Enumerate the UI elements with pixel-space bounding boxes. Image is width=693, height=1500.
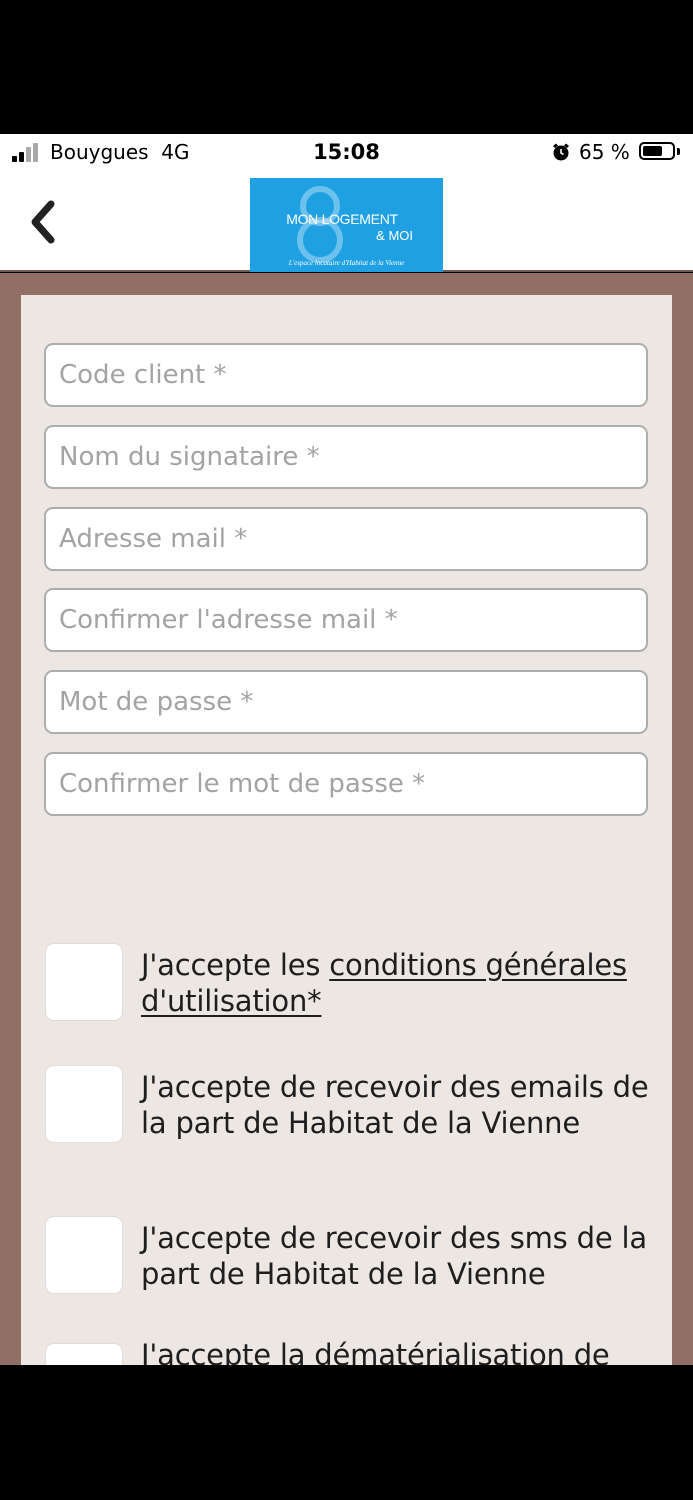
logo-line1: MON LOGEMENT: [286, 211, 398, 227]
bottom-black-band: [0, 1365, 693, 1500]
sms-consent-label: J'accepte de recevoir des sms de la part…: [141, 1221, 647, 1291]
emails-consent-label: J'accepte de recevoir des emails de la p…: [141, 1070, 649, 1140]
terms-label: J'accepte les conditions générales d'uti…: [141, 947, 661, 1019]
dematerialisation-checkbox[interactable]: [45, 1343, 123, 1365]
confirm-password-field[interactable]: [44, 752, 648, 816]
logo-tagline: L'espace locataire d'Habitat de la Vienn…: [288, 259, 405, 267]
terms-prefix: J'accepte les: [141, 948, 330, 982]
logo-line2: & MOI: [376, 228, 413, 243]
battery-tip: [677, 148, 680, 155]
sms-consent-checkbox[interactable]: [45, 1216, 123, 1294]
email-field[interactable]: [44, 507, 648, 571]
battery-percent: 65 %: [579, 140, 630, 164]
alarm-icon: [553, 143, 569, 161]
code-client-field[interactable]: [44, 343, 648, 407]
confirm-email-field[interactable]: [44, 588, 648, 652]
chevron-left-icon[interactable]: [24, 198, 64, 246]
password-field[interactable]: [44, 670, 648, 734]
top-black-band: [0, 0, 693, 134]
signatory-name-field[interactable]: [44, 425, 648, 489]
dematerialisation-label: J'accepte la dématérialisation de: [141, 1338, 610, 1365]
battery-icon: [639, 142, 675, 160]
emails-consent-checkbox[interactable]: [45, 1065, 123, 1143]
signup-form-card: J'accepte les conditions générales d'uti…: [21, 295, 672, 1365]
terms-checkbox[interactable]: [45, 943, 123, 1021]
logo: MON LOGEMENT & MOI L'espace locataire d'…: [250, 178, 443, 272]
